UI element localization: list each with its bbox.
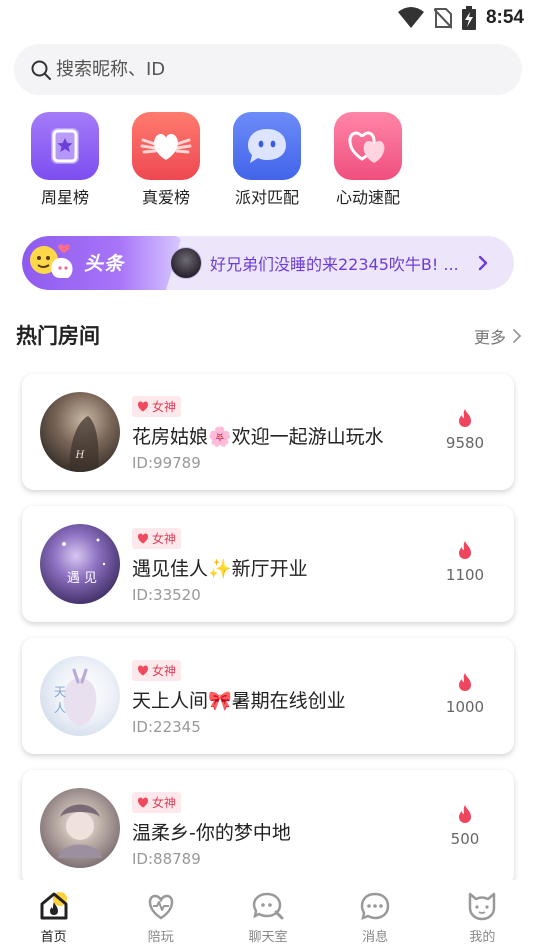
room-heat: 1100 xyxy=(442,540,488,584)
heart-icon xyxy=(137,665,149,676)
svg-text:天: 天 xyxy=(54,685,66,699)
heat-count: 500 xyxy=(450,830,480,848)
heart-icon xyxy=(137,797,149,808)
room-card[interactable]: 女神 温柔乡-你的梦中地 ID:88789 500 xyxy=(22,770,514,886)
message-dots-icon xyxy=(360,892,390,921)
shortcut-heart-match[interactable]: 心动速配 xyxy=(318,112,418,208)
home-flame-icon xyxy=(40,892,68,920)
nav-messages[interactable]: 消息 xyxy=(322,880,429,952)
goddess-badge: 女神 xyxy=(132,792,182,813)
nav-home[interactable]: 首页 xyxy=(0,880,107,952)
avatar xyxy=(170,247,202,279)
emoji-faces-icon xyxy=(30,244,73,278)
room-card[interactable]: 遇 见 女神 遇见佳人✨新厅开业 ID:33520 1100 xyxy=(22,506,514,622)
shortcut-label: 周星榜 xyxy=(40,188,89,207)
room-card[interactable]: 天人 女神 天上人间🎀暑期在线创业 ID:22345 1000 xyxy=(22,638,514,754)
headline-banner[interactable]: 头条 好兄弟们没睡的来22345吹牛B! ... xyxy=(22,236,514,290)
no-sim-icon xyxy=(433,8,452,29)
shortcut-label: 真爱榜 xyxy=(141,188,190,207)
room-id: ID:22345 xyxy=(132,718,201,736)
shortcut-label: 心动速配 xyxy=(335,188,400,207)
avatar: 遇 见 xyxy=(40,524,120,604)
badge-label: 女神 xyxy=(152,532,177,546)
room-card[interactable]: H 女神 花房姑娘🌸欢迎一起游山玩水 ID:99789 9580 xyxy=(22,374,514,490)
chevron-right-icon xyxy=(513,329,522,343)
room-id: ID:99789 xyxy=(132,454,201,472)
chevron-right-icon xyxy=(478,255,488,271)
room-heat: 500 xyxy=(442,804,488,848)
goddess-badge: 女神 xyxy=(132,660,182,681)
headline-text: 好兄弟们没睡的来22345吹牛B! ... xyxy=(210,255,459,274)
shortcut-row: 周星榜 真爱榜 派对匹配 心动速配 xyxy=(0,112,536,212)
room-title: 温柔乡-你的梦中地 xyxy=(132,822,291,844)
room-title: 遇见佳人✨新厅开业 xyxy=(132,558,308,580)
shortcut-true-love[interactable]: 真爱榜 xyxy=(116,112,216,208)
search-bar[interactable] xyxy=(14,44,522,95)
flame-icon xyxy=(459,805,471,823)
flame-icon xyxy=(459,541,471,559)
shortcut-party-match[interactable]: 派对匹配 xyxy=(217,112,317,208)
room-id: ID:33520 xyxy=(132,586,201,604)
status-bar: 8:54 xyxy=(0,0,536,36)
double-heart-icon xyxy=(334,112,402,180)
heat-count: 1100 xyxy=(445,566,485,584)
chat-bubble-face-icon xyxy=(233,112,301,180)
bottom-nav: 首页 陪玩 聊天室 消息 我的 xyxy=(0,880,536,952)
room-id: ID:88789 xyxy=(132,850,201,868)
winged-heart-icon xyxy=(132,112,200,180)
more-label: 更多 xyxy=(473,328,506,347)
more-link[interactable]: 更多 xyxy=(474,324,522,348)
headline-badge-label: 头条 xyxy=(84,253,125,275)
flame-icon xyxy=(459,673,471,691)
room-title: 天上人间🎀暑期在线创业 xyxy=(132,690,346,712)
nav-chatroom[interactable]: 聊天室 xyxy=(214,880,321,952)
room-title: 花房姑娘🌸欢迎一起游山玩水 xyxy=(132,426,384,448)
heart-pulse-icon xyxy=(148,894,173,920)
nav-label: 消息 xyxy=(362,930,389,945)
goddess-badge: 女神 xyxy=(132,528,182,549)
battery-charging-icon xyxy=(461,6,476,30)
badge-label: 女神 xyxy=(152,400,177,414)
svg-text:人: 人 xyxy=(54,701,66,715)
badge-label: 女神 xyxy=(152,664,177,678)
nav-label: 聊天室 xyxy=(248,930,288,945)
nav-profile[interactable]: 我的 xyxy=(429,880,536,952)
flame-icon xyxy=(459,409,471,427)
heat-count: 9580 xyxy=(445,434,485,452)
search-input[interactable] xyxy=(56,59,476,80)
cat-face-icon xyxy=(469,892,496,921)
nav-companion[interactable]: 陪玩 xyxy=(107,880,214,952)
search-icon xyxy=(31,60,51,80)
chat-search-icon xyxy=(252,892,284,920)
avatar xyxy=(40,788,120,868)
heart-icon xyxy=(137,401,149,412)
room-heat: 9580 xyxy=(442,408,488,452)
star-bookmark-icon xyxy=(31,112,99,180)
status-time: 8:54 xyxy=(485,7,524,28)
avatar: 天人 xyxy=(40,656,120,736)
goddess-badge: 女神 xyxy=(132,396,182,417)
room-heat: 1000 xyxy=(442,672,488,716)
section-title: 热门房间 xyxy=(16,324,100,348)
heat-count: 1000 xyxy=(445,698,485,716)
svg-text:遇 见: 遇 见 xyxy=(67,571,97,586)
nav-label: 首页 xyxy=(40,930,67,945)
nav-label: 我的 xyxy=(469,930,496,945)
badge-label: 女神 xyxy=(152,796,177,810)
shortcut-label: 派对匹配 xyxy=(234,188,299,207)
avatar: H xyxy=(40,392,120,472)
svg-text:H: H xyxy=(75,450,85,461)
status-icons: 8:54 xyxy=(397,6,524,30)
shortcut-weekly-star[interactable]: 周星榜 xyxy=(15,112,115,208)
nav-label: 陪玩 xyxy=(147,930,174,945)
heart-icon xyxy=(137,533,149,544)
wifi-icon xyxy=(397,7,424,28)
